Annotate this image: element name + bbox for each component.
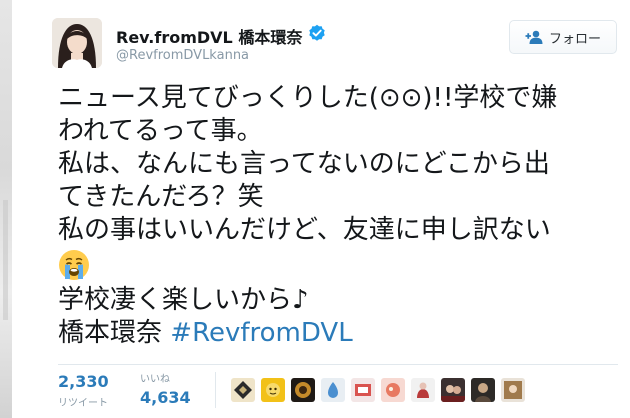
add-user-icon: [525, 30, 543, 44]
tweet-line: 橋本環奈 #RevfromDVL: [58, 317, 618, 350]
verified-badge-icon: [309, 24, 325, 41]
username[interactable]: @RevfromDVLkanna: [116, 48, 249, 63]
display-name[interactable]: Rev.fromDVL 橋本環奈: [116, 24, 302, 48]
tweet-line: ニュース見てびっくりした(⊙⊙)!!学校で嫌: [58, 83, 558, 113]
liker-avatar[interactable]: [231, 378, 255, 402]
background-photo-strip: [0, 0, 12, 418]
like-count-value: 4,634: [140, 388, 191, 407]
tweet-card: Rev.fromDVL 橋本環奈 @RevfromDVLkanna フォロー ニ…: [12, 0, 630, 418]
tweet-text: ニュース見てびっくりした(⊙⊙)!!学校で嫌 われてるって事。 私は、なんにも言…: [58, 82, 618, 350]
like-count-label: いいね: [140, 374, 170, 385]
tweet-line: 私の事はいいんだけど、友達に申し訳ない: [58, 215, 551, 245]
tweet-line: [58, 247, 618, 284]
retweet-count-value: 2,330: [58, 372, 109, 391]
liker-avatar[interactable]: [441, 378, 465, 402]
liker-avatar[interactable]: [351, 378, 375, 402]
stats-divider: [215, 372, 216, 408]
tweet-line: 学校凄く楽しいから♪: [58, 285, 309, 315]
liker-avatars: [231, 378, 525, 402]
liker-avatar[interactable]: [471, 378, 495, 402]
retweet-count[interactable]: 2,330 リツイート: [58, 372, 109, 409]
follow-button[interactable]: フォロー: [509, 20, 617, 54]
avatar[interactable]: [52, 18, 102, 68]
tweet-line: 私は、なんにも言ってないのにどこから出: [58, 149, 550, 179]
like-count[interactable]: いいね 4,634: [140, 370, 191, 407]
hashtag-link[interactable]: #RevfromDVL: [170, 318, 352, 348]
liker-avatar[interactable]: [291, 378, 315, 402]
liker-avatar[interactable]: [321, 378, 345, 402]
signature-name: 橋本環奈: [58, 318, 163, 348]
retweet-count-label: リツイート: [58, 398, 108, 409]
crying-face-emoji-icon: [59, 250, 89, 280]
liker-avatar[interactable]: [381, 378, 405, 402]
liker-avatar[interactable]: [501, 378, 525, 402]
liker-avatar[interactable]: [261, 378, 285, 402]
tweet-line: てきたんだろ？笑: [58, 182, 264, 212]
tweet-line: われてるって事。: [58, 116, 263, 146]
follow-label: フォロー: [548, 31, 601, 47]
divider: [58, 364, 618, 365]
liker-avatar[interactable]: [411, 378, 435, 402]
